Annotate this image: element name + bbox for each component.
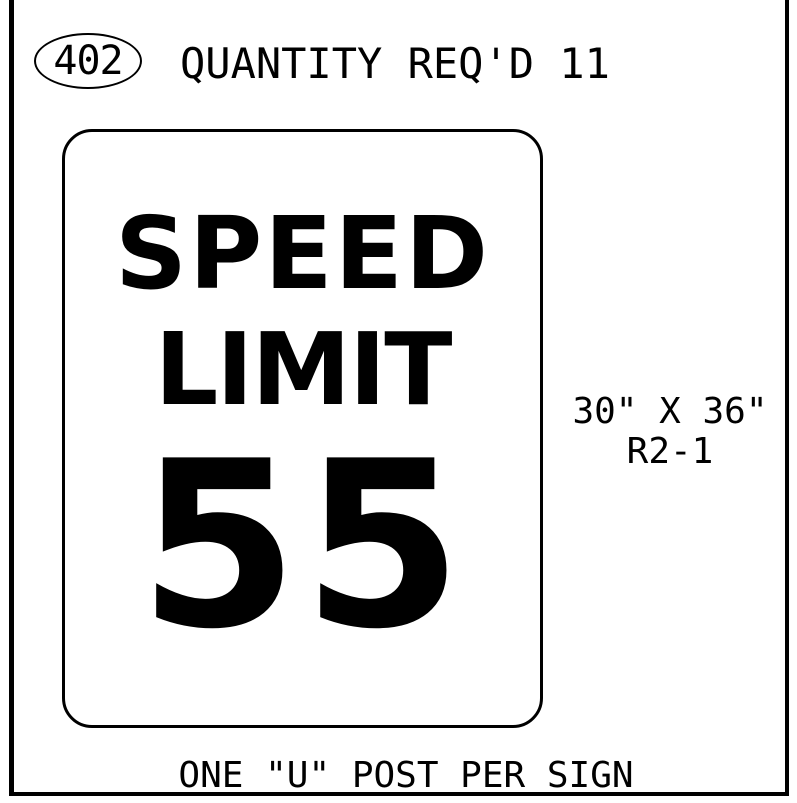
sign-size: 30" X 36" <box>572 391 768 432</box>
speed-limit-sign: SPEED LIMIT 55 <box>62 129 543 728</box>
quantity-required: QUANTITY REQ'D 11 <box>180 39 610 88</box>
sheet-number: 402 <box>53 38 123 84</box>
sheet-number-oval: 402 <box>34 33 142 89</box>
sign-text-limit: LIMIT <box>154 311 453 428</box>
sign-code: R2-1 <box>626 431 714 472</box>
sign-specification: 30" X 36" R2-1 <box>550 392 790 472</box>
sign-speed-value: 55 <box>138 413 467 680</box>
sign-text-speed: SPEED <box>115 195 490 312</box>
post-note: ONE "U" POST PER SIGN <box>178 755 634 796</box>
